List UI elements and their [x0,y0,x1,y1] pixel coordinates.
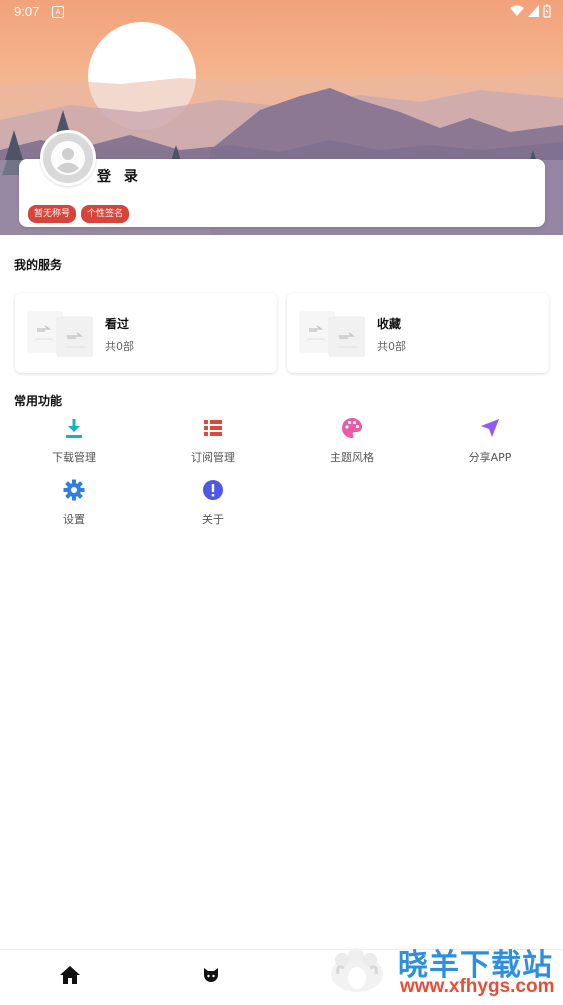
service-count: 共0部 [377,340,406,353]
signal-icon [528,5,539,17]
function-about[interactable]: 关于 [153,479,273,527]
signature-tag[interactable]: 个性签名 [81,205,130,223]
login-button[interactable]: 登 录 [97,166,142,186]
title-tag[interactable]: 暂无称号 [28,205,77,223]
function-label: 主题风格 [330,451,374,464]
palette-icon [342,418,362,438]
notification-icon: A [52,6,64,18]
avatar[interactable] [40,130,96,186]
function-label: 下载管理 [52,451,96,464]
function-label: 关于 [202,513,224,526]
service-card-favorites[interactable]: 收藏 共0部 [287,293,549,373]
empty-poster-icon [27,311,93,357]
service-count: 共0部 [105,340,134,353]
service-name: 收藏 [377,317,402,331]
service-card-history[interactable]: 看过 共0部 [15,293,277,373]
services-title: 我的服务 [14,258,63,272]
function-theme-style[interactable]: 主题风格 [292,417,412,465]
function-settings[interactable]: 设置 [14,479,134,527]
home-icon[interactable] [58,963,82,987]
user-avatar-icon [43,133,93,183]
send-icon [481,419,499,437]
list-icon [204,420,222,436]
function-download-manager[interactable]: 下载管理 [14,417,134,465]
explore-icon[interactable] [199,963,223,987]
functions-title: 常用功能 [14,394,63,408]
wifi-icon [510,5,524,16]
download-icon [66,419,82,438]
status-time: 9:07 [14,4,40,19]
sheep-logo-icon [331,948,383,992]
battery-icon [543,4,551,18]
function-label: 订阅管理 [191,451,235,464]
profile-tags: 暂无称号 个性签名 [28,205,130,223]
watermark-overlay: 晓羊下载站 www.xfhygs.com [322,932,563,1004]
empty-poster-icon [299,311,365,357]
info-icon [203,480,223,500]
function-label: 分享APP [468,451,512,464]
status-bar: 9:07 A [0,0,563,24]
gear-icon [63,479,85,501]
service-name: 看过 [105,317,130,331]
watermark-url: www.xfhygs.com [400,976,555,997]
function-label: 设置 [63,513,85,526]
function-subscription-manager[interactable]: 订阅管理 [153,417,273,465]
status-icons [510,4,551,18]
function-share-app[interactable]: 分享APP [430,417,550,465]
